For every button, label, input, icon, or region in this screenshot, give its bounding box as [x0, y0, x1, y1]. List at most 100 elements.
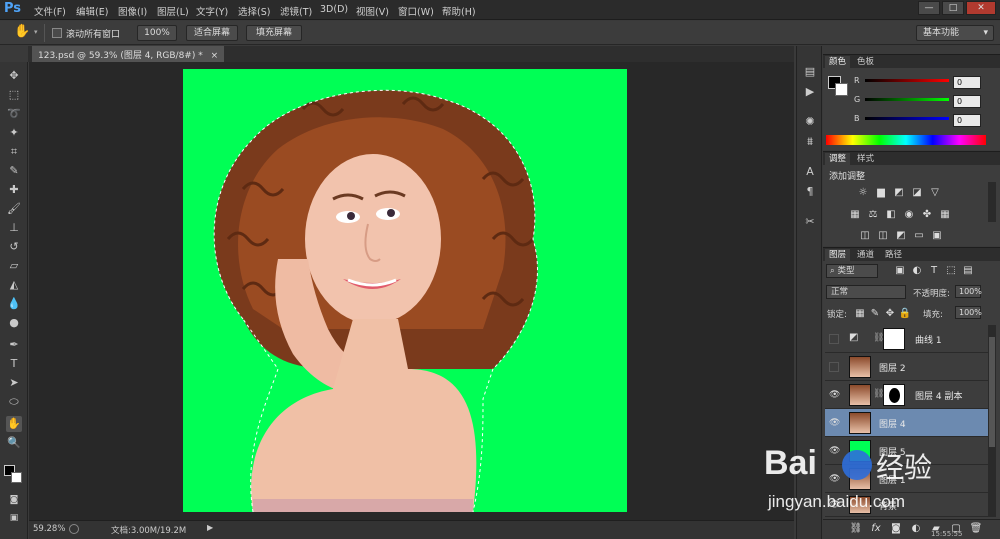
tab-channels[interactable]: 通道 — [853, 249, 878, 261]
color-lookup-icon[interactable]: ▦ — [938, 209, 952, 221]
paragraph-icon[interactable]: ¶ — [802, 184, 818, 200]
hue-saturation-icon[interactable]: ▦ — [848, 209, 862, 221]
layer-name[interactable]: 曲线 1 — [915, 333, 942, 346]
layer-row-selected[interactable]: 👁 图层 4 — [825, 409, 988, 437]
b-slider[interactable] — [865, 117, 949, 120]
layer-name[interactable]: 背景 — [879, 499, 897, 512]
menu-image[interactable]: 图像(I) — [118, 4, 147, 18]
fill-field[interactable]: 100% — [955, 306, 982, 319]
layer-filter-select[interactable]: ⌕ 类型 — [826, 264, 878, 278]
menu-view[interactable]: 视图(V) — [356, 4, 389, 18]
menu-window[interactable]: 窗口(W) — [398, 4, 434, 18]
eye-icon[interactable]: 👁 — [829, 500, 840, 510]
tool-preset-dropdown-icon[interactable]: ▾ — [34, 28, 38, 36]
move-tool-icon[interactable]: ✥ — [6, 68, 22, 84]
eye-icon[interactable]: 👁 — [829, 390, 840, 400]
tab-color[interactable]: 颜色 — [825, 56, 851, 68]
hand-tool-icon[interactable]: ✋ — [6, 416, 22, 432]
layer-row[interactable]: 👁 背景 — [825, 493, 988, 517]
color-balance-icon[interactable]: ⚖ — [866, 209, 880, 221]
blur-tool-icon[interactable]: 💧 — [6, 296, 22, 312]
marquee-tool-icon[interactable]: ⬚ — [6, 87, 22, 103]
lock-pixels-icon[interactable]: ✎ — [868, 308, 882, 320]
selective-color-icon[interactable]: ▣ — [930, 230, 944, 242]
tool-presets-icon[interactable]: ✂ — [802, 214, 818, 230]
filter-smart-object-icon[interactable]: ▤ — [961, 265, 975, 277]
minimize-button[interactable]: — — [918, 1, 940, 15]
tab-swatches[interactable]: 色板 — [853, 56, 878, 68]
layer-thumbnail[interactable] — [849, 440, 871, 462]
maximize-button[interactable]: □ — [942, 1, 964, 15]
filter-adjustment-icon[interactable]: ◐ — [910, 265, 924, 277]
actions-play-icon[interactable]: ▶ — [802, 84, 818, 100]
status-info-icon[interactable] — [69, 524, 79, 534]
clone-stamp-tool-icon[interactable]: ⊥ — [6, 220, 22, 236]
layer-thumbnail[interactable] — [849, 496, 871, 514]
menu-select[interactable]: 选择(S) — [238, 4, 270, 18]
link-layers-icon[interactable]: ⛓ — [849, 523, 863, 535]
menu-edit[interactable]: 编辑(E) — [76, 4, 108, 18]
eraser-tool-icon[interactable]: ▱ — [6, 258, 22, 274]
blend-mode-select[interactable]: 正常 — [826, 285, 906, 299]
layer-name[interactable]: 图层 4 — [879, 417, 906, 430]
invert-icon[interactable]: ◫ — [858, 230, 872, 242]
dodge-tool-icon[interactable]: ● — [6, 315, 22, 331]
delete-layer-icon[interactable]: 🗑 — [969, 523, 983, 535]
gradient-map-icon[interactable]: ▭ — [912, 230, 926, 242]
curves-icon[interactable]: ◩ — [892, 187, 906, 199]
document-canvas[interactable] — [183, 69, 627, 512]
eye-icon[interactable]: 👁 — [829, 446, 840, 456]
layer-row[interactable]: 图层 2 — [825, 353, 988, 381]
layer-row[interactable]: ◩ ⛓ 曲线 1 — [825, 325, 988, 353]
brightness-icon[interactable]: ☼ — [856, 187, 870, 199]
lock-transparency-icon[interactable]: ▦ — [853, 308, 867, 320]
background-color-swatch[interactable] — [11, 472, 22, 483]
filter-shape-icon[interactable]: ⬚ — [944, 265, 958, 277]
layer-row[interactable]: 👁 图层 1 — [825, 465, 988, 493]
add-mask-icon[interactable]: ◙ — [889, 523, 903, 535]
menu-file[interactable]: 文件(F) — [34, 4, 66, 18]
history-brush-tool-icon[interactable]: ↺ — [6, 239, 22, 255]
layer-name[interactable]: 图层 4 副本 — [915, 389, 962, 402]
type-tool-icon[interactable]: T — [6, 356, 22, 372]
opacity-field[interactable]: 100% — [955, 285, 982, 298]
fit-screen-button[interactable]: 适合屏幕 — [186, 25, 238, 41]
layer-thumbnail[interactable] — [849, 468, 871, 490]
character-icon[interactable]: A — [802, 164, 818, 180]
tab-adjustments[interactable]: 调整 — [825, 153, 851, 165]
photo-filter-icon[interactable]: ◉ — [902, 209, 916, 221]
layer-name[interactable]: 图层 5 — [879, 445, 906, 458]
color-spectrum[interactable] — [826, 135, 986, 145]
visibility-toggle[interactable] — [829, 334, 839, 344]
brush-tool-icon[interactable]: 🖌 — [6, 201, 22, 217]
g-value-field[interactable]: 0 — [953, 95, 981, 108]
layer-name[interactable]: 图层 1 — [879, 473, 906, 486]
tab-styles[interactable]: 样式 — [853, 153, 878, 165]
brush-presets-icon[interactable]: ⩩ — [802, 134, 818, 150]
workspace-select[interactable]: 基本功能 ▾ — [916, 25, 994, 41]
layer-name[interactable]: 图层 2 — [879, 361, 906, 374]
ellipse-tool-icon[interactable]: ⬭ — [6, 394, 22, 410]
filter-pixel-icon[interactable]: ▣ — [893, 265, 907, 277]
status-menu-arrow-icon[interactable]: ▶ — [207, 523, 213, 532]
eye-icon[interactable]: 👁 — [829, 418, 840, 428]
adjustments-scrollbar[interactable] — [988, 182, 996, 222]
hand-tool-icon[interactable]: ✋ — [14, 24, 30, 39]
crop-tool-icon[interactable]: ⌗ — [6, 144, 22, 160]
exposure-icon[interactable]: ◪ — [910, 187, 924, 199]
filter-type-icon[interactable]: T — [927, 265, 941, 277]
zoom-100-button[interactable]: 100% — [137, 25, 177, 41]
fill-screen-button[interactable]: 填充屏幕 — [246, 25, 302, 41]
b-value-field[interactable]: 0 — [953, 114, 981, 127]
healing-brush-tool-icon[interactable]: ✚ — [6, 182, 22, 198]
layer-thumbnail[interactable] — [849, 356, 871, 378]
history-icon[interactable]: ▤ — [802, 64, 818, 80]
tab-layers[interactable]: 图层 — [825, 249, 851, 261]
lasso-tool-icon[interactable]: ➰ — [6, 106, 22, 122]
path-selection-tool-icon[interactable]: ➤ — [6, 375, 22, 391]
eye-icon[interactable]: 👁 — [829, 474, 840, 484]
layer-style-icon[interactable]: fx — [869, 523, 883, 535]
layers-scrollbar-thumb[interactable] — [989, 337, 995, 447]
levels-icon[interactable]: ▆ — [874, 187, 888, 199]
pen-tool-icon[interactable]: ✒ — [6, 337, 22, 353]
